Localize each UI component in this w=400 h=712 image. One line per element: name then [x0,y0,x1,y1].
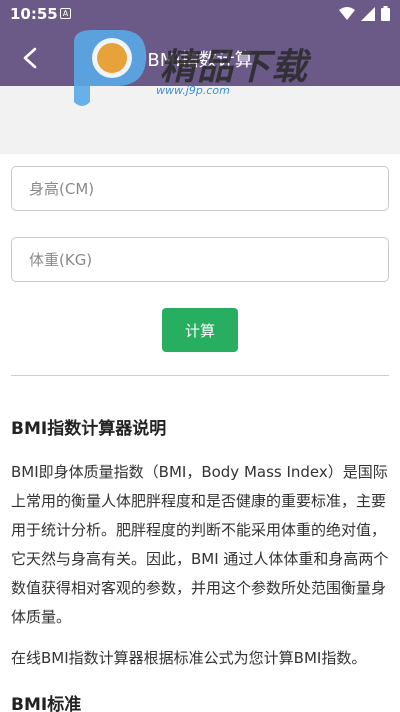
notification-icon: A [60,8,71,19]
page-title: BMI指数计算 [147,50,253,71]
standard-title: BMI标准 [11,695,82,712]
divider [11,375,389,376]
info-paragraph: BMI即身体质量指数（BMI，Body Mass Index）是国际上常用的衡量… [11,463,389,626]
status-bar: 10:55 A [0,0,400,28]
header-background [0,86,400,154]
calculate-button[interactable]: 计算 [162,308,238,352]
weight-input[interactable] [11,237,389,282]
signal-icon [361,6,375,21]
wifi-icon [339,6,355,20]
app-bar: BMI指数计算 [0,28,400,86]
info-title: BMI指数计算器说明 [11,419,167,439]
status-time: 10:55 [10,5,58,23]
height-input[interactable] [11,166,389,211]
info-paragraph: 在线BMI指数计算器根据标准公式为您计算BMI指数。 [11,649,367,667]
battery-icon [381,6,390,21]
status-icons [339,6,390,21]
